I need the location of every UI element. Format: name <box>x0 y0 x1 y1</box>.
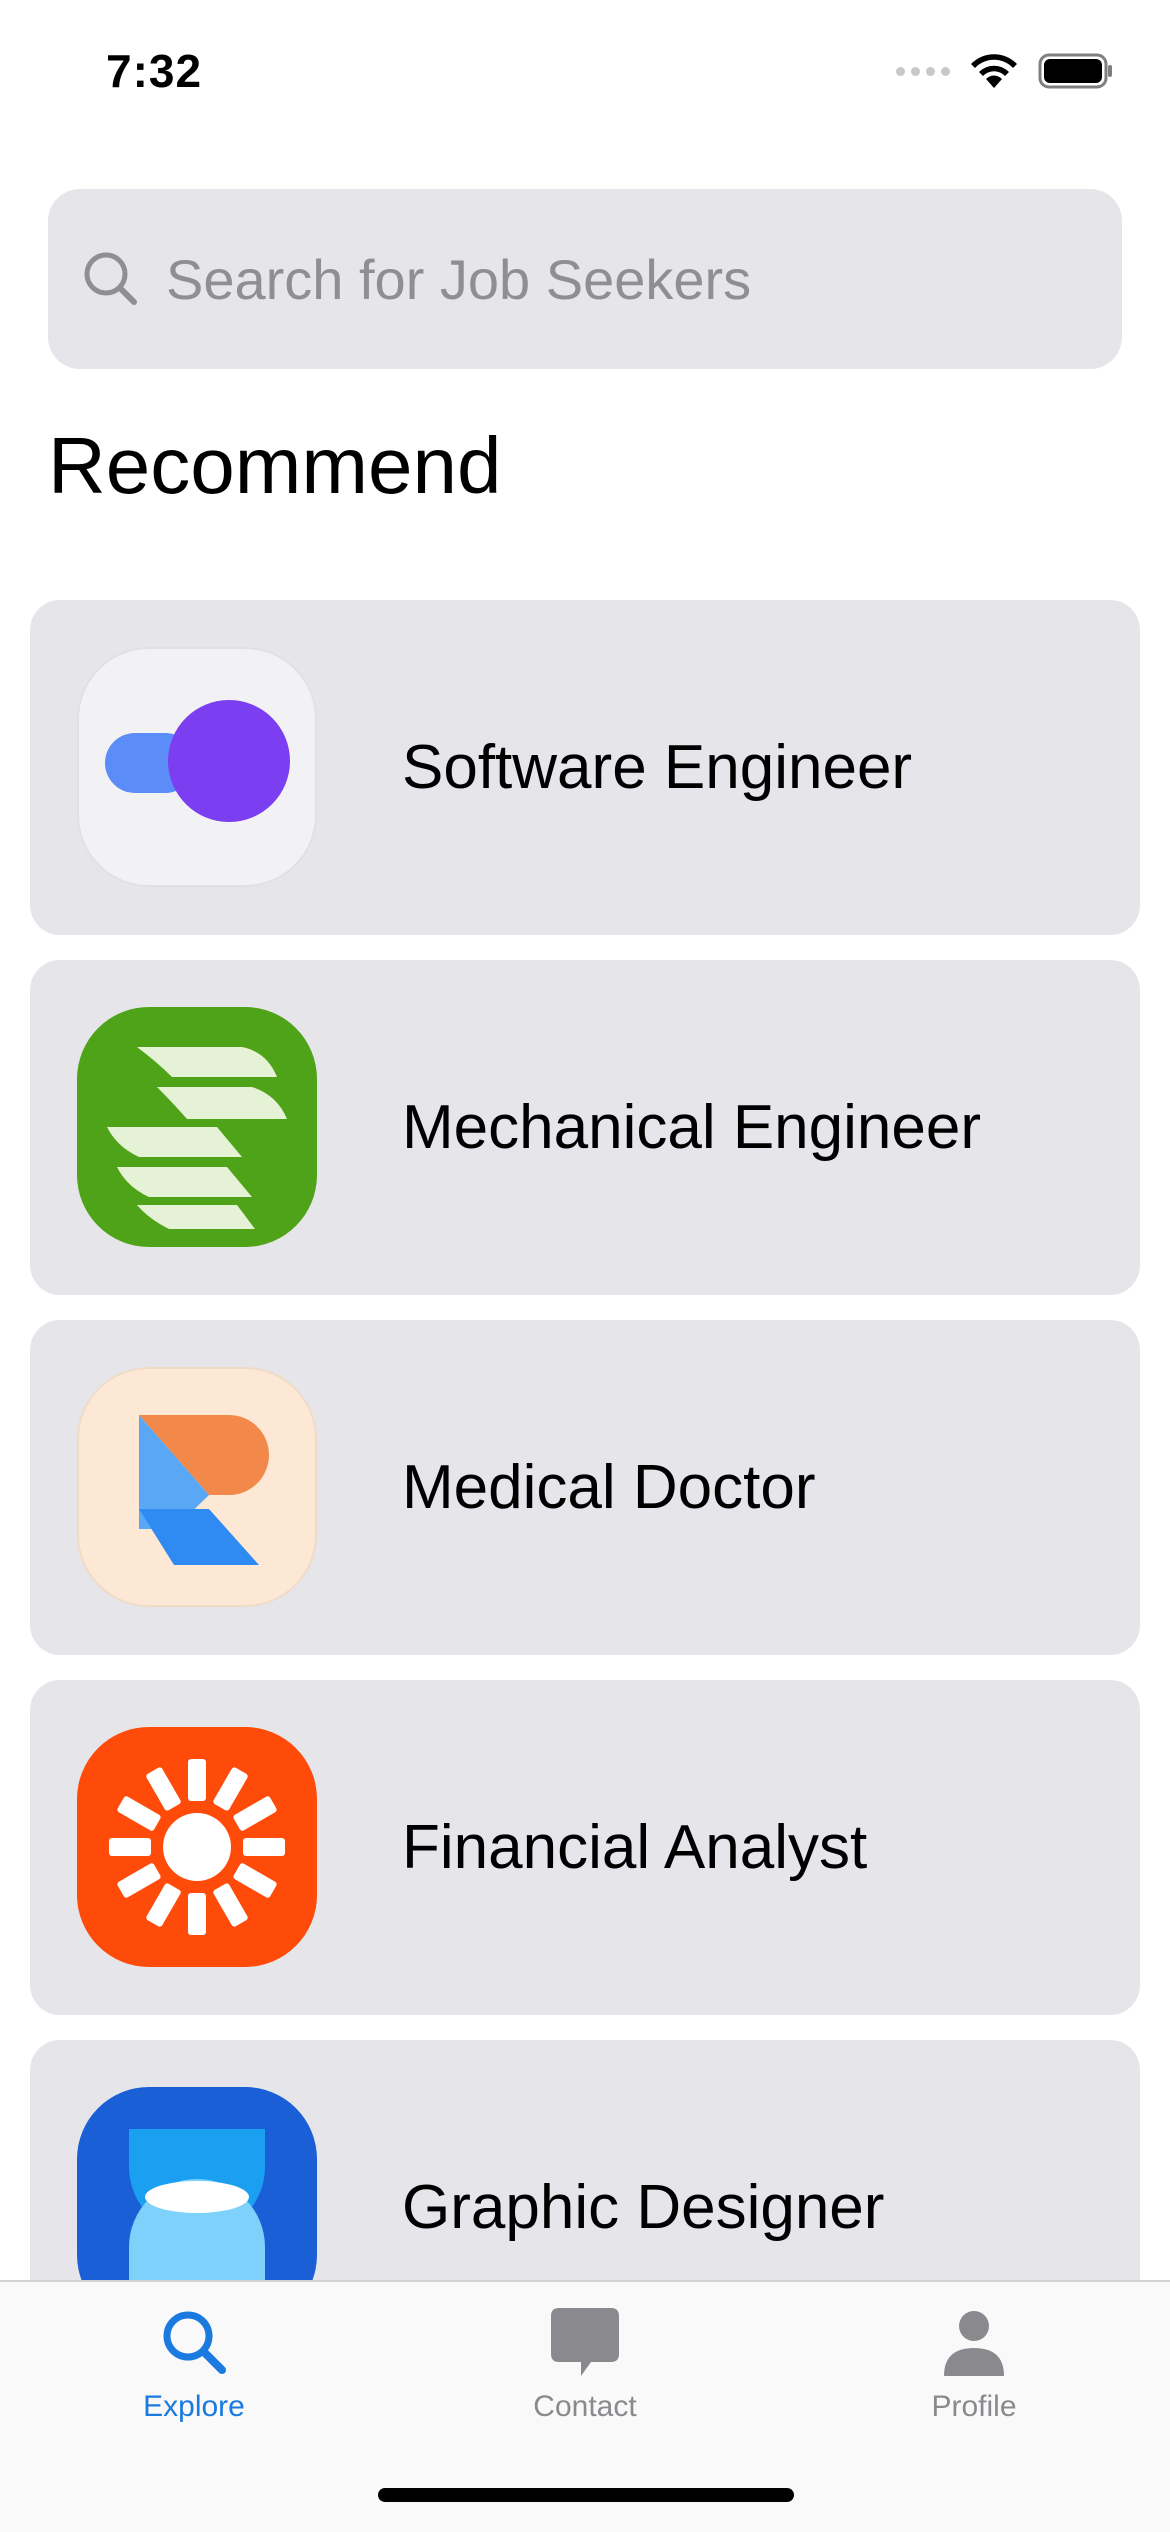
status-icons <box>896 52 1114 90</box>
job-title: Financial Analyst <box>402 1813 868 1882</box>
job-list[interactable]: Software Engineer Mechanical Engineer Me… <box>30 600 1140 2280</box>
tab-label: Profile <box>931 2390 1017 2423</box>
tab-profile[interactable]: Profile <box>854 2302 1094 2424</box>
wifi-icon <box>971 54 1017 88</box>
tab-explore[interactable]: Explore <box>74 2302 314 2424</box>
tab-label: Explore <box>143 2390 245 2423</box>
search-input[interactable] <box>166 246 1046 312</box>
search-icon <box>84 252 137 305</box>
search-bar[interactable] <box>48 189 1122 369</box>
cellular-signal-icon <box>896 66 950 76</box>
job-card-medical-doctor[interactable]: Medical Doctor <box>30 1320 1140 1655</box>
job-card-software-engineer[interactable]: Software Engineer <box>30 600 1140 935</box>
job-title: Software Engineer <box>402 733 913 802</box>
job-title: Medical Doctor <box>402 1453 816 1522</box>
sunburst-icon <box>77 1727 317 1967</box>
search-icon <box>163 2311 226 2374</box>
person-icon <box>944 2311 1004 2376</box>
home-indicator[interactable] <box>378 2488 794 2502</box>
job-title: Graphic Designer <box>402 2173 885 2242</box>
letter-r-shapes-icon <box>77 1367 317 1607</box>
job-card-financial-analyst[interactable]: Financial Analyst <box>30 1680 1140 2015</box>
chat-bubble-icon <box>551 2308 619 2376</box>
overlapping-circles-icon <box>77 647 317 887</box>
job-card-mechanical-engineer[interactable]: Mechanical Engineer <box>30 960 1140 1295</box>
job-title: Mechanical Engineer <box>402 1093 982 1162</box>
job-card-graphic-designer[interactable]: Graphic Designer <box>30 2040 1140 2280</box>
tab-contact[interactable]: Contact <box>465 2302 705 2424</box>
status-time: 7:32 <box>106 45 203 97</box>
hourglass-icon <box>77 2087 317 2280</box>
tab-label: Contact <box>533 2390 637 2423</box>
status-bar: 7:32 <box>0 0 1170 150</box>
battery-icon <box>1038 53 1112 89</box>
section-title: Recommend <box>48 421 502 510</box>
striped-leaf-icon <box>77 1007 317 1247</box>
